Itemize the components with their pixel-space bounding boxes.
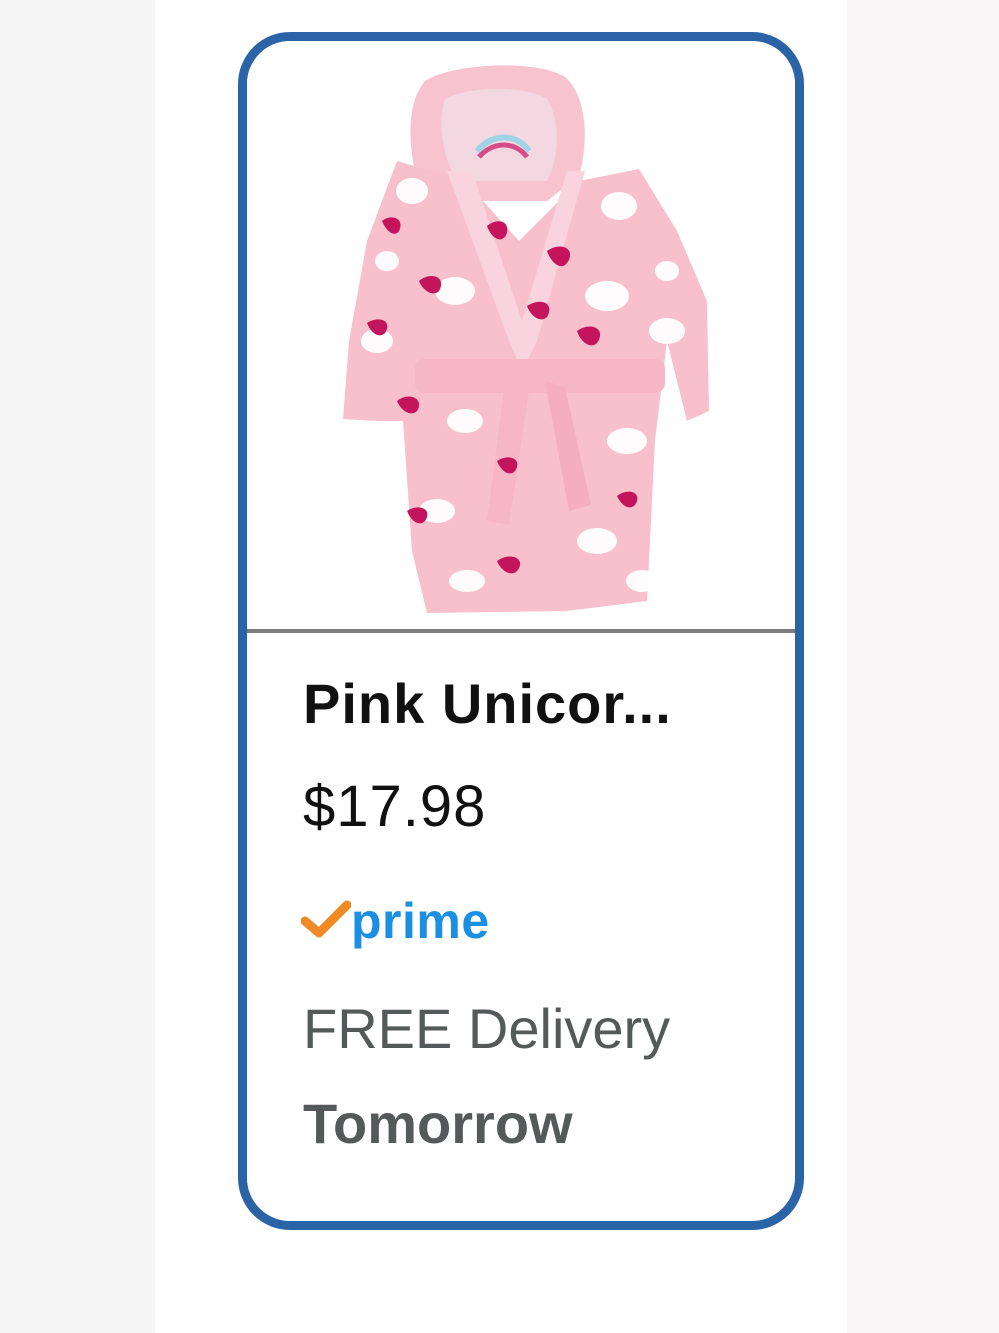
prime-label: prime [351,893,490,949]
prime-badge: prime [301,891,490,951]
product-price: $17.98 [303,774,487,839]
checkmark-icon [301,900,351,938]
page: Pink Unicor... $17.98 prime FREE Deliver… [0,0,999,1333]
delivery-day: Tomorrow [303,1092,573,1155]
left-background [0,0,155,1333]
image-divider [247,629,795,633]
delivery-label: FREE Delivery [303,997,671,1060]
product-title[interactable]: Pink Unicor... [303,671,672,736]
product-card[interactable]: Pink Unicor... $17.98 prime FREE Deliver… [238,32,804,1230]
right-background [847,0,999,1333]
product-image[interactable] [247,41,795,629]
